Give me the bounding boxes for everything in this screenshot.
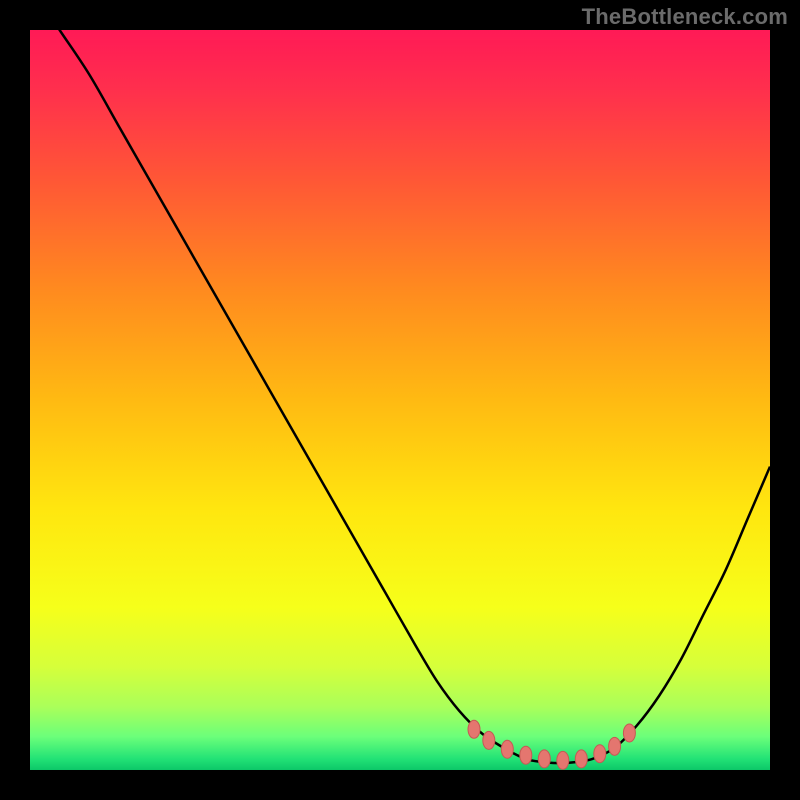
curve-marker	[557, 751, 569, 769]
curve-marker	[483, 731, 495, 749]
curve-marker	[520, 746, 532, 764]
curve-marker	[575, 750, 587, 768]
curve-marker	[609, 737, 621, 755]
chart-container	[30, 30, 770, 770]
curve-marker	[538, 750, 550, 768]
gradient-background	[30, 30, 770, 770]
curve-marker	[623, 724, 635, 742]
bottleneck-chart	[30, 30, 770, 770]
curve-marker	[468, 720, 480, 738]
curve-marker	[594, 745, 606, 763]
curve-marker	[501, 740, 513, 758]
watermark-text: TheBottleneck.com	[582, 4, 788, 30]
